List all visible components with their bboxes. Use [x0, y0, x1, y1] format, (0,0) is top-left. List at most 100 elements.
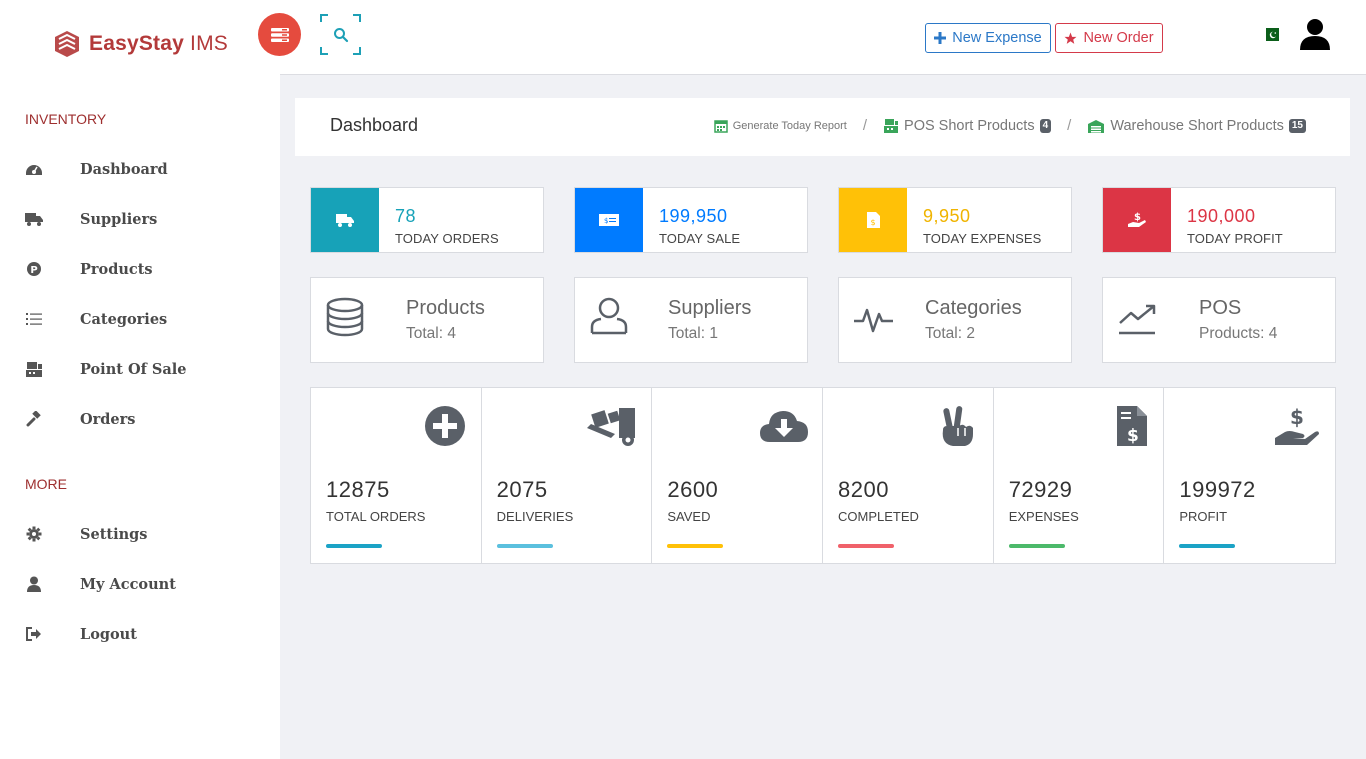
- warehouse-short-count-badge: 15: [1288, 118, 1306, 133]
- info-card-title: Products: [406, 297, 485, 319]
- hand-dollar-icon: $: [1128, 212, 1146, 227]
- info-card-title: Suppliers: [668, 297, 752, 319]
- sidebar-item-orders[interactable]: Orders: [22, 404, 262, 434]
- metric-value: 199972: [1179, 477, 1256, 502]
- metric-total-orders[interactable]: 12875 TOTAL ORDERS: [311, 388, 482, 563]
- dolly-icon: [587, 408, 636, 446]
- stat-icon-box: [311, 188, 379, 252]
- breadcrumb: Generate Today Report / POS Short Produc…: [713, 117, 1306, 134]
- truck-icon: [336, 214, 354, 227]
- svg-text:$: $: [1290, 405, 1304, 429]
- language-flag-icon[interactable]: [1262, 28, 1279, 41]
- metric-caption: SAVED: [667, 509, 711, 524]
- truck-icon: [22, 207, 46, 231]
- info-card-title: Categories: [925, 297, 1022, 319]
- page-title: Dashboard: [330, 115, 419, 135]
- info-card-categories[interactable]: Categories Total: 2: [838, 277, 1072, 363]
- info-card-pos[interactable]: POS Products: 4: [1102, 277, 1336, 363]
- brand-logo-icon: [55, 31, 79, 57]
- peace-hand-icon: [942, 406, 973, 446]
- brand-name: EasyStay IMS: [89, 32, 228, 55]
- sidebar-item-point-of-sale[interactable]: Point Of Sale: [22, 354, 262, 384]
- svg-text:$: $: [1127, 426, 1139, 446]
- info-card-subtitle: Total: 1: [668, 325, 718, 342]
- stat-icon-box: $: [839, 188, 907, 252]
- star-icon: [1064, 32, 1077, 44]
- stat-caption: TODAY ORDERS: [395, 231, 499, 246]
- section-more-label: MORE: [25, 476, 67, 492]
- generate-report-link[interactable]: Generate Today Report: [713, 119, 847, 133]
- metric-completed[interactable]: 8200 COMPLETED: [823, 388, 994, 563]
- metric-profit[interactable]: $ 199972 PROFIT: [1164, 388, 1335, 563]
- info-card-subtitle: Total: 2: [925, 325, 975, 342]
- svg-text:P: P: [30, 265, 37, 276]
- breadcrumb-separator: /: [862, 117, 868, 134]
- pos-short-count-badge: 4: [1039, 118, 1052, 133]
- metric-saved[interactable]: 2600 SAVED: [652, 388, 824, 563]
- sidebar-item-logout[interactable]: Logout: [22, 619, 262, 649]
- new-expense-button[interactable]: New Expense: [925, 23, 1051, 53]
- breadcrumb-bar: Dashboard Generate Today Report / POS Sh…: [295, 98, 1350, 156]
- info-card-subtitle: Products: 4: [1199, 325, 1278, 342]
- pos-short-products-link[interactable]: POS Short Products 4: [883, 118, 1052, 134]
- sidebar-item-settings[interactable]: Settings: [22, 519, 262, 549]
- stat-value: 190,000: [1187, 206, 1256, 226]
- sidebar-item-my-account[interactable]: My Account: [22, 569, 262, 599]
- invoice-icon: $: [866, 212, 880, 228]
- breadcrumb-separator: /: [1067, 117, 1072, 134]
- metric-color-bar: [1008, 544, 1065, 548]
- pulse-icon: [854, 308, 893, 333]
- sidebar-item-categories[interactable]: Categories: [22, 304, 262, 334]
- stat-icon-box: $: [575, 188, 643, 252]
- stat-card-today-profit[interactable]: $ 190,000 TODAY PROFIT: [1102, 187, 1336, 253]
- plus-icon: [934, 32, 947, 44]
- new-order-button[interactable]: New Order: [1055, 23, 1163, 53]
- metric-color-bar: [838, 544, 895, 548]
- info-card-suppliers[interactable]: Suppliers Total: 1: [574, 277, 808, 363]
- calendar-icon: [713, 119, 728, 133]
- stat-value: 9,950: [923, 206, 971, 226]
- metric-color-bar: [496, 544, 553, 548]
- metric-caption: COMPLETED: [838, 509, 919, 524]
- menu-toggle-button[interactable]: [258, 13, 301, 56]
- warehouse-short-products-link[interactable]: Warehouse Short Products 15: [1087, 118, 1306, 134]
- sidebar-item-suppliers[interactable]: Suppliers: [22, 204, 262, 234]
- metric-caption: TOTAL ORDERS: [326, 509, 426, 524]
- svg-text:$: $: [604, 217, 608, 225]
- database-icon: [326, 297, 364, 337]
- stat-icon-box: $: [1103, 188, 1171, 252]
- metric-color-bar: [326, 544, 382, 548]
- stat-value: 199,950: [659, 206, 728, 226]
- stat-card-today-orders[interactable]: 78 TODAY ORDERS: [310, 187, 544, 253]
- cash-register-icon: [884, 118, 899, 133]
- warehouse-icon: [1088, 119, 1105, 133]
- gavel-icon: [22, 407, 46, 431]
- warehouse-short-label: Warehouse Short Products: [1110, 117, 1284, 134]
- user-avatar-icon[interactable]: [1298, 17, 1332, 51]
- new-expense-label: New Expense: [952, 30, 1042, 46]
- pos-icon: [22, 357, 46, 381]
- stat-value: 78: [395, 206, 417, 226]
- trend-icon: [1119, 304, 1156, 335]
- stat-caption: TODAY EXPENSES: [923, 231, 1042, 246]
- stat-card-today-sale[interactable]: $ 199,950 TODAY SALE: [574, 187, 808, 253]
- metric-deliveries[interactable]: 2075 DELIVERIES: [482, 388, 653, 563]
- metric-expenses[interactable]: $ 72929 EXPENSES: [994, 388, 1165, 563]
- stat-card-today-expenses[interactable]: $ 9,950 TODAY EXPENSES: [838, 187, 1072, 253]
- sidebar-item-dashboard[interactable]: Dashboard: [22, 154, 262, 184]
- search-button[interactable]: [320, 14, 361, 55]
- logout-icon: [22, 622, 46, 646]
- sidebar-item-label: Categories: [80, 310, 168, 328]
- info-card-products[interactable]: Products Total: 4: [310, 277, 544, 363]
- plus-circle-icon: [424, 406, 465, 446]
- metric-color-bar: [667, 544, 724, 548]
- metric-caption: DELIVERIES: [496, 509, 574, 524]
- info-card-subtitle: Total: 4: [406, 325, 456, 342]
- sidebar-item-label: Orders: [80, 410, 136, 428]
- metric-value: 2600: [667, 477, 719, 502]
- sidebar-item-products[interactable]: P Products: [22, 254, 262, 284]
- gear-icon: [22, 522, 46, 546]
- money-icon: $: [599, 214, 619, 226]
- brand[interactable]: EasyStay IMS: [54, 30, 228, 58]
- top-header: [280, 0, 1366, 75]
